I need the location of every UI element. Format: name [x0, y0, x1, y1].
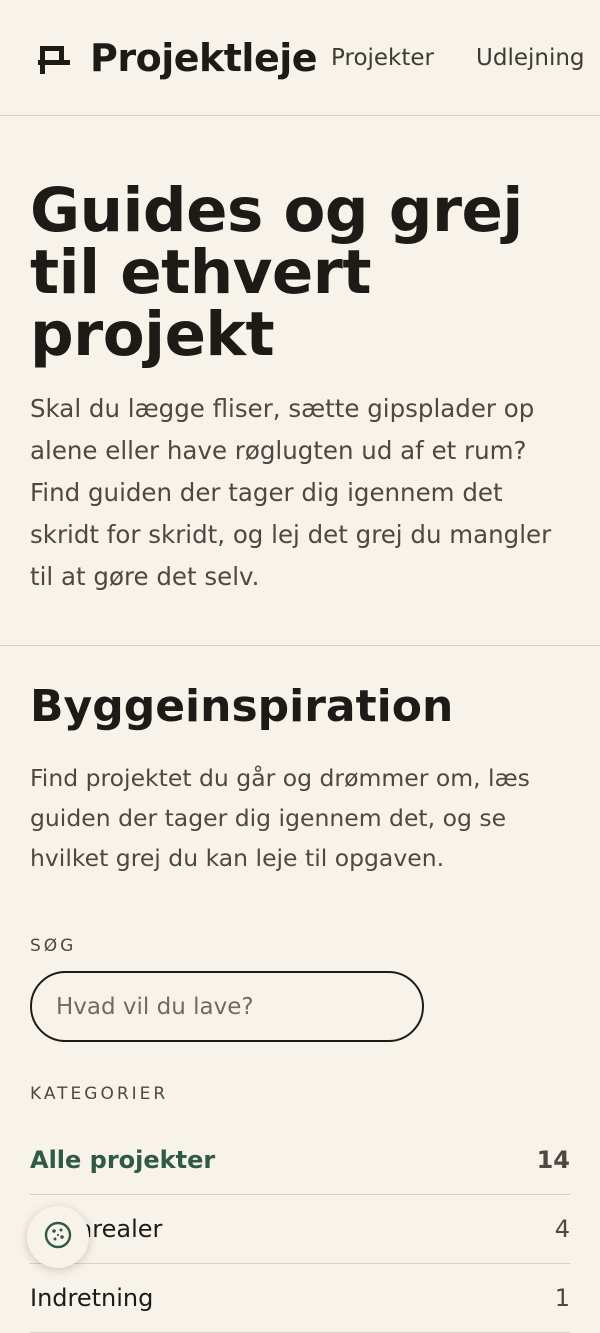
cookie-settings-button[interactable]	[27, 1206, 89, 1268]
brand-name: Projektleje	[90, 35, 318, 80]
category-item-indretning[interactable]: Indretning 1	[30, 1264, 570, 1333]
category-list: Alle projekter 14 Udearealer 4 Indretnin…	[30, 1126, 570, 1333]
category-count: 1	[554, 1284, 570, 1312]
cookie-icon	[43, 1220, 73, 1254]
inspiration-section: Byggeinspiration Find projektet du går o…	[0, 646, 600, 1333]
brand-link[interactable]: Projektleje	[36, 35, 318, 80]
search-input[interactable]	[30, 971, 424, 1042]
category-item-alle-projekter[interactable]: Alle projekter 14	[30, 1126, 570, 1195]
hero-section: Guides og grej til ethvert projekt Skal …	[0, 116, 600, 646]
section-title: Byggeinspiration	[30, 681, 454, 732]
main-nav: Projekter Udlejning	[317, 45, 585, 71]
nav-link-projekter[interactable]: Projekter	[331, 45, 434, 71]
section-lead: Find projektet du går og drømmer om, læs…	[30, 764, 530, 872]
nav-link-udlejning[interactable]: Udlejning	[476, 45, 585, 71]
category-name: Indretning	[30, 1284, 154, 1312]
category-item-udearealer[interactable]: Udearealer 4	[30, 1195, 570, 1264]
search-label: SØG	[30, 936, 77, 956]
category-count: 4	[554, 1215, 570, 1243]
hero-text: Skal du lægge fliser, sætte gipsplader o…	[30, 394, 552, 591]
categories-label: KATEGORIER	[30, 1084, 169, 1104]
site-header: Projektleje Projekter Udlejning	[0, 0, 600, 116]
hero-title: Guides og grej til ethvert projekt	[30, 175, 523, 370]
category-name: Alle projekter	[30, 1146, 216, 1174]
hammer-icon	[36, 40, 72, 76]
category-count: 14	[536, 1146, 570, 1174]
